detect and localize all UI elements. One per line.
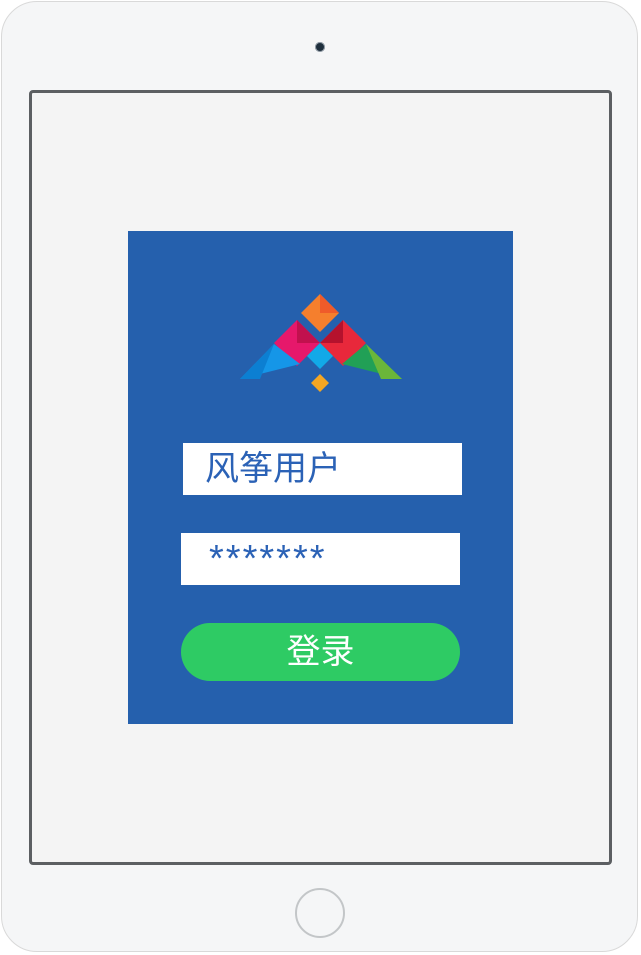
- username-field[interactable]: [183, 443, 462, 495]
- front-camera-icon: [315, 42, 325, 52]
- login-button[interactable]: 登录: [181, 623, 460, 681]
- password-field[interactable]: [181, 533, 460, 585]
- home-button-icon[interactable]: [295, 888, 345, 938]
- kite-logo-icon: [240, 294, 402, 392]
